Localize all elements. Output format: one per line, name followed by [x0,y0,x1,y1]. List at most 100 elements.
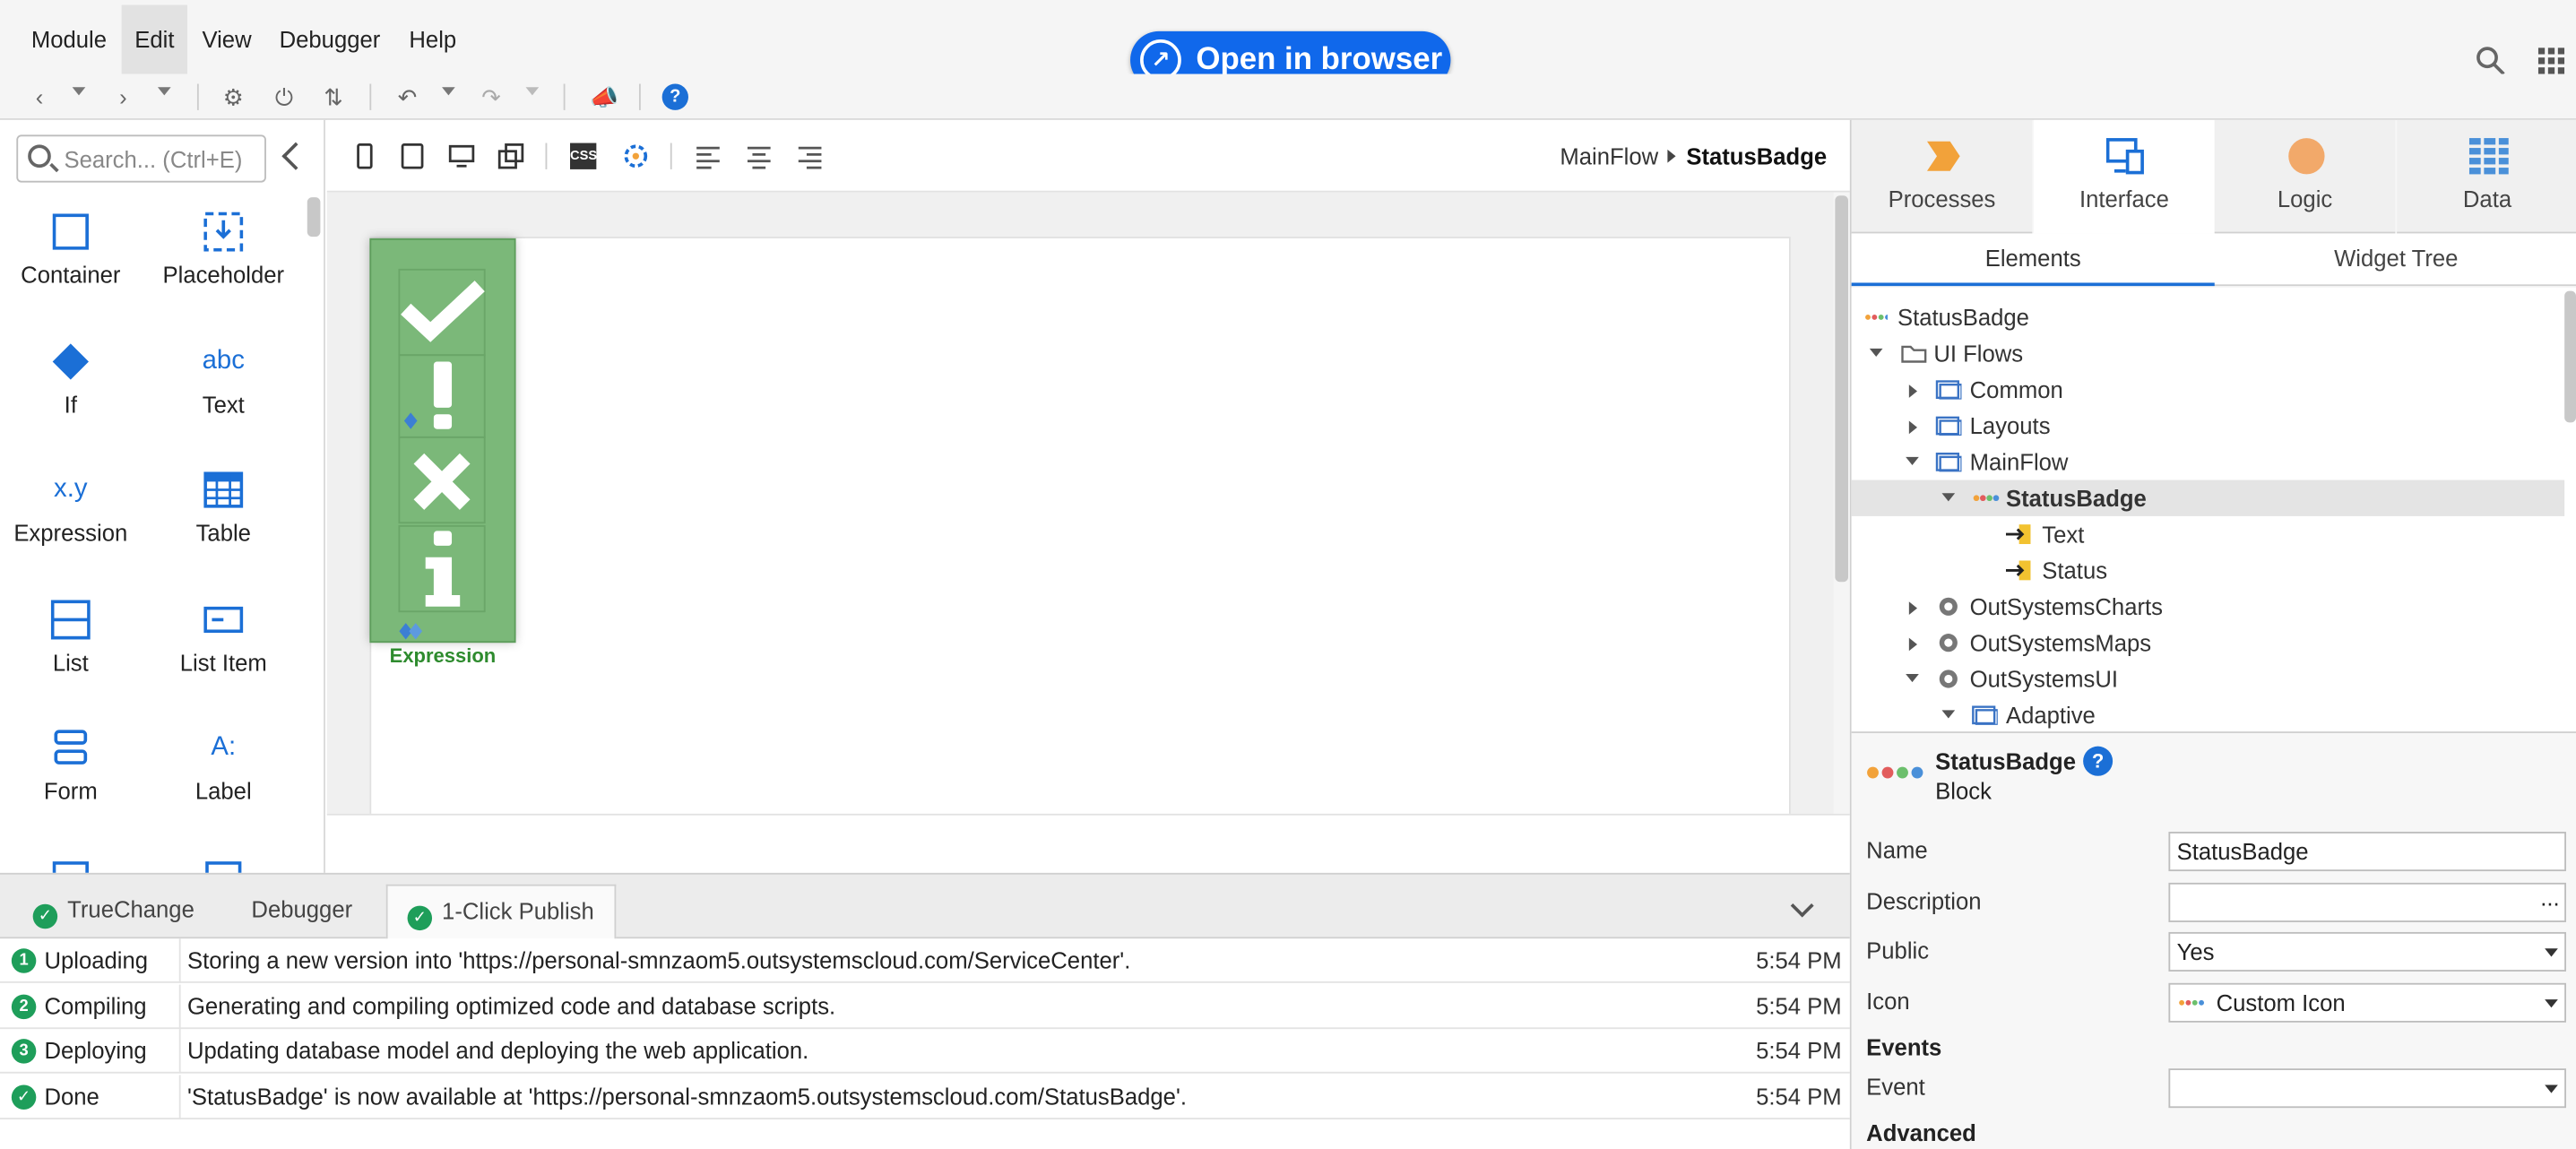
flow-icon [1935,416,1962,436]
tool-placeholder[interactable]: Placeholder [150,195,298,310]
log-row: 2 Compiling Generating and compiling opt… [0,984,1850,1030]
menu-edit[interactable]: Edit [121,4,188,74]
menu-debugger[interactable]: Debugger [266,5,393,74]
tree-node[interactable]: UI Flows [1852,335,2564,371]
orientation-icon[interactable] [497,143,524,169]
undo-history-caret[interactable] [442,87,455,96]
expand-caret-icon[interactable] [1941,493,1956,502]
menu-view[interactable]: View [189,5,264,74]
tab-debugger[interactable]: Debugger [231,885,372,940]
align-center-icon[interactable] [746,143,772,169]
name-field[interactable]: StatusBadge [2168,832,2566,872]
block-dots-icon [1973,495,2000,502]
expand-caret-icon[interactable] [1908,384,1917,398]
icon-select[interactable]: Custom Icon [2168,982,2566,1023]
back-icon[interactable]: ‹ [26,84,52,110]
tree-node[interactable]: MainFlow [1852,444,2564,479]
tree-node[interactable]: Status [1852,552,2564,588]
canvas-toolbar: CSS MainFlow StatusBadge [326,119,1850,193]
canvas-scrollbar[interactable] [1833,192,1850,814]
status-badge-widget[interactable] [369,238,516,644]
expand-caret-icon[interactable] [1941,710,1956,719]
advanced-header[interactable]: Advanced [1866,1119,1976,1145]
tab-truechange[interactable]: ✓ TrueChange [13,885,214,940]
status-icons [398,268,486,640]
right-panel: Processes Interface Logic Data Elements … [1849,119,2576,1149]
tab-logic[interactable]: Logic [2214,119,2396,234]
help-icon[interactable]: ? [2083,746,2114,776]
block-canvas[interactable] [369,237,1791,829]
tool-container[interactable]: Container [0,195,144,310]
align-right-icon[interactable] [797,143,823,169]
tool-list[interactable]: List [0,583,144,698]
plug-icon[interactable]: ⏻ [271,84,297,110]
chevron-down-icon [2545,999,2558,1008]
breadcrumb-parent[interactable]: MainFlow [1560,143,1658,169]
search-placeholder: Search... (Ctrl+E) [64,146,243,173]
tree-node[interactable]: OutSystemsCharts [1852,589,2564,625]
undo-icon[interactable]: ↶ [394,84,420,110]
tab-data[interactable]: Data [2397,119,2576,234]
tree-node[interactable]: Common [1852,372,2564,408]
expand-caret-icon[interactable] [1908,637,1917,652]
tab-1-click-publish[interactable]: ✓ 1-Click Publish [385,884,616,941]
reference-icon [1939,634,1958,652]
tablet-preview-icon[interactable] [399,143,425,169]
block-dots-icon [2179,999,2205,1006]
back-history-caret[interactable] [72,87,86,96]
tool-if[interactable]: If [0,325,144,440]
menu-module[interactable]: Module [18,5,119,74]
event-select[interactable] [2168,1068,2566,1109]
tab-processes[interactable]: Processes [1851,119,2033,234]
apps-grid-icon[interactable] [2537,48,2565,74]
toolbox-scrollbar[interactable] [307,197,321,238]
public-select[interactable]: Yes [2168,931,2566,972]
tree-node[interactable]: Adaptive [1852,697,2564,732]
forward-history-caret[interactable] [157,87,171,96]
reference-icon [1939,670,1958,688]
tree-node[interactable]: StatusBadge [1852,299,2564,335]
expand-caret-icon[interactable] [1908,420,1917,435]
align-left-icon[interactable] [695,143,721,169]
desktop-preview-icon[interactable] [448,143,475,169]
collapse-panel-icon[interactable] [1790,894,1814,918]
processes-icon [1926,141,1960,171]
tree-node[interactable]: Layouts [1852,408,2564,444]
expand-caret-icon[interactable] [1906,673,1919,683]
tool-form[interactable]: Form [0,712,144,826]
theme-palette-icon[interactable] [623,143,649,169]
feedback-icon[interactable]: 📣 [590,84,618,110]
redo-icon[interactable]: ↷ [478,84,504,110]
help-icon[interactable]: ? [661,83,688,110]
tool-expression[interactable]: x.y Expression [0,454,144,568]
tool-list-item[interactable]: List Item [150,583,298,698]
merge-icon[interactable]: ⇅ [320,84,346,110]
search-icon[interactable] [2476,46,2505,75]
phone-preview-icon[interactable] [351,143,377,169]
expand-caret-icon[interactable] [1906,456,1919,466]
expand-caret-icon[interactable] [1869,348,1883,357]
close-icon [413,453,471,510]
tree-node[interactable]: OutSystemsUI [1852,661,2564,696]
tab-interface[interactable]: Interface [2034,119,2215,234]
redo-history-caret[interactable] [525,87,540,96]
tree-scrollbar[interactable] [2564,290,2576,423]
description-field[interactable]: ... [2168,882,2566,922]
chevron-down-icon [2545,948,2558,957]
menu-help[interactable]: Help [396,5,470,74]
gear-icon[interactable]: ⚙ [220,84,246,110]
tool-text[interactable]: abc Text [150,325,298,440]
ellipsis-button[interactable]: ... [2540,879,2559,915]
forward-icon[interactable]: › [110,84,136,110]
tree-node-selected[interactable]: StatusBadge [1851,479,2565,516]
collapse-toolbox-icon[interactable] [281,142,310,170]
tool-table[interactable]: Table [150,454,298,568]
tree-node[interactable]: Text [1852,516,2564,552]
tool-label[interactable]: A: Label [150,712,298,826]
tab-widget-tree[interactable]: Widget Tree [2215,233,2576,286]
expand-caret-icon[interactable] [1908,601,1917,615]
tab-elements[interactable]: Elements [1851,233,2215,287]
tree-node[interactable]: OutSystemsMaps [1852,625,2564,661]
toolbox-search-input[interactable]: Search... (Ctrl+E) [16,134,266,183]
css-icon[interactable]: CSS [570,143,597,169]
